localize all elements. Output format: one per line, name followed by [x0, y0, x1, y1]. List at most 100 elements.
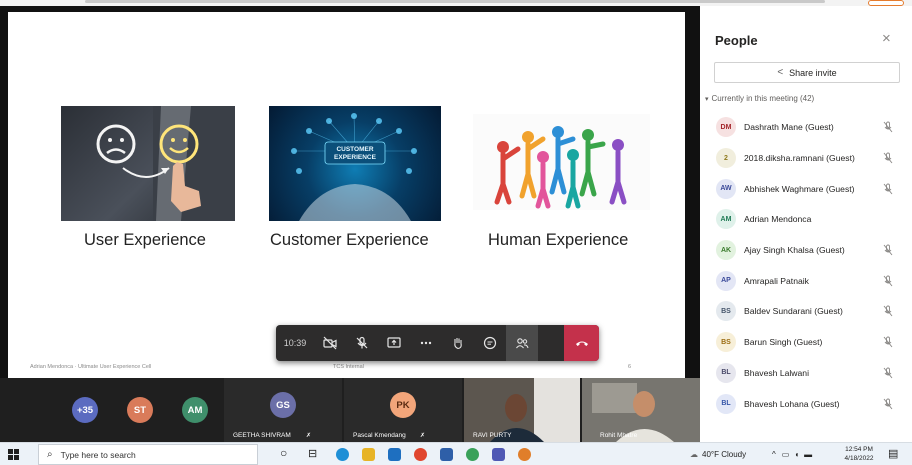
mic-off-icon — [883, 306, 893, 317]
notifications-icon[interactable]: ▤ — [888, 447, 898, 460]
hang-up-icon — [575, 341, 588, 346]
search-placeholder: Type here to search — [60, 449, 136, 460]
participant-row[interactable]: BS Baldev Sundarani (Guest) — [700, 296, 912, 327]
user-experience-image — [61, 106, 235, 221]
customer-experience-image: CUSTOMER EXPERIENCE — [269, 106, 441, 221]
participant-row[interactable]: 2 2018.diksha.ramnani (Guest) — [700, 143, 912, 174]
avatar: AM — [716, 209, 736, 230]
participant-name: Dashrath Mane (Guest) — [744, 122, 834, 133]
mic-off-icon — [883, 275, 893, 287]
mic-off-icon: ✗ — [420, 433, 426, 439]
participant-video-2[interactable]: Rohit Mhatre — [582, 378, 700, 442]
avatar: GS — [270, 392, 296, 418]
participant-row[interactable]: BL Bhavesh Lalwani — [700, 358, 912, 389]
mic-off-icon — [883, 336, 893, 348]
hang-up-button[interactable] — [564, 325, 599, 361]
participant-name: Abhishek Waghmare (Guest) — [744, 183, 855, 194]
raise-hand-icon[interactable] — [442, 325, 474, 361]
participant-row[interactable]: BL Bhavesh Lohana (Guest) — [700, 388, 912, 419]
participant-tile-gs[interactable]: GS GEETHA SHIVRAM ✗ — [224, 378, 342, 442]
avatar: DM — [716, 117, 736, 138]
meeting-timer: 10:39 — [283, 338, 307, 348]
shared-content-stage: CUSTOMER EXPERIENCE User Experience Cust… — [0, 6, 700, 378]
participant-row[interactable]: AW Abhishek Waghmare (Guest) — [700, 173, 912, 204]
svg-text:CUSTOMER: CUSTOMER — [336, 146, 373, 153]
caption-human-experience: Human Experience — [488, 231, 629, 249]
in-meeting-header[interactable]: ▾ Currently in this meeting (42) — [705, 94, 814, 103]
share-icon: < — [777, 67, 784, 78]
edge-icon[interactable] — [336, 448, 349, 461]
chat-icon[interactable] — [474, 325, 506, 361]
taskbar-search-box[interactable]: ⌕ Type here to search — [38, 444, 258, 465]
people-panel: People × < Share invite ▾ Currently in th… — [700, 6, 912, 442]
mic-off-icon[interactable] — [346, 325, 378, 361]
teams-meeting-window: CUSTOMER EXPERIENCE User Experience Cust… — [0, 0, 912, 465]
volume-icon: ◖ — [794, 450, 800, 459]
weather-widget[interactable]: ☁ 40°F Cloudy — [690, 443, 746, 465]
avatar: ST — [127, 397, 153, 423]
system-clock[interactable]: 12:54 PM 4/18/2022 — [842, 445, 876, 463]
participant-name: GEETHA SHIVRAM — [233, 432, 291, 439]
file-explorer-icon[interactable] — [362, 448, 375, 461]
participant-row[interactable]: AM Adrian Mendonca — [700, 204, 912, 235]
participant-name: 2018.diksha.ramnani (Guest) — [744, 153, 855, 164]
close-icon[interactable]: × — [882, 30, 891, 47]
mic-off-icon — [883, 367, 893, 379]
slide-footer-left: Adrian Mendonca · Ultimate User Experien… — [30, 364, 152, 370]
participant-row[interactable]: BS Barun Singh (Guest) — [700, 327, 912, 358]
overflow-participants-tile[interactable]: +35 — [60, 378, 110, 442]
mic-off-icon: ✗ — [306, 433, 312, 439]
participant-name: Adrian Mendonca — [744, 214, 812, 225]
avatar: AW — [716, 178, 736, 199]
share-invite-button[interactable]: < Share invite — [714, 62, 900, 83]
system-tray-icons[interactable]: ^ ▭ ◖ ▬ — [772, 443, 812, 465]
app-icon[interactable] — [466, 448, 479, 461]
participant-tile-am[interactable]: AM — [170, 378, 220, 442]
share-screen-icon[interactable] — [378, 325, 410, 361]
windows-start-icon[interactable] — [8, 449, 19, 460]
mic-off-icon — [883, 183, 893, 194]
participant-tile-pk[interactable]: PK Pascal Kmendang ✗ — [344, 378, 462, 442]
mic-off-icon — [883, 121, 893, 133]
participant-name: RAVI PURTY — [473, 432, 512, 439]
avatar: AP — [716, 270, 736, 291]
avatar: AK — [716, 240, 736, 261]
app-icon[interactable] — [518, 448, 531, 461]
avatar: PK — [390, 392, 416, 418]
chrome-icon[interactable] — [414, 448, 427, 461]
mail-icon[interactable] — [388, 448, 401, 461]
participant-row[interactable]: AP Amrapali Patnaik — [700, 265, 912, 296]
overflow-count-avatar: +35 — [72, 397, 98, 423]
avatar: AM — [182, 397, 208, 423]
clock-date: 4/18/2022 — [844, 455, 874, 462]
windows-taskbar: ⌕ Type here to search ○ ⊟ ☁ 40°F Cloudy … — [0, 442, 912, 465]
caption-user-experience: User Experience — [84, 231, 206, 249]
slide-footer-classification: TCS Internal — [333, 364, 364, 370]
search-icon: ⌕ — [47, 449, 53, 460]
mic-off-icon — [883, 244, 893, 256]
camera-off-icon[interactable] — [314, 325, 346, 361]
people-panel-title: People — [715, 33, 758, 48]
share-invite-label: Share invite — [789, 67, 837, 78]
participant-name: Amrapali Patnaik — [744, 275, 809, 286]
teams-icon[interactable] — [492, 448, 505, 461]
participant-list: DM Dashrath Mane (Guest) 2 2018.diksha.ramn… — [700, 112, 912, 419]
slide-page-number: 6 — [628, 364, 632, 370]
address-bar[interactable] — [85, 0, 825, 3]
avatar: BS — [716, 301, 736, 322]
participant-name: Bhavesh Lohana (Guest) — [744, 398, 840, 409]
outlook-icon[interactable] — [440, 448, 453, 461]
network-icon: ▭ — [781, 450, 790, 459]
participant-tile-st[interactable]: ST — [115, 378, 165, 442]
task-view-icon[interactable]: ⊟ — [308, 447, 317, 460]
participant-video-1[interactable]: RAVI PURTY — [464, 378, 580, 442]
avatar: 2 — [716, 148, 736, 169]
chevron-down-icon: ▾ — [705, 96, 709, 103]
participant-name: Bhavesh Lalwani — [744, 367, 809, 378]
participant-row[interactable]: DM Dashrath Mane (Guest) — [700, 112, 912, 143]
participants-icon[interactable] — [506, 325, 538, 361]
chevron-up-icon: ^ — [772, 450, 776, 459]
more-icon[interactable] — [410, 325, 442, 361]
participant-row[interactable]: AK Ajay Singh Khalsa (Guest) — [700, 235, 912, 266]
cortana-icon[interactable]: ○ — [280, 446, 287, 460]
